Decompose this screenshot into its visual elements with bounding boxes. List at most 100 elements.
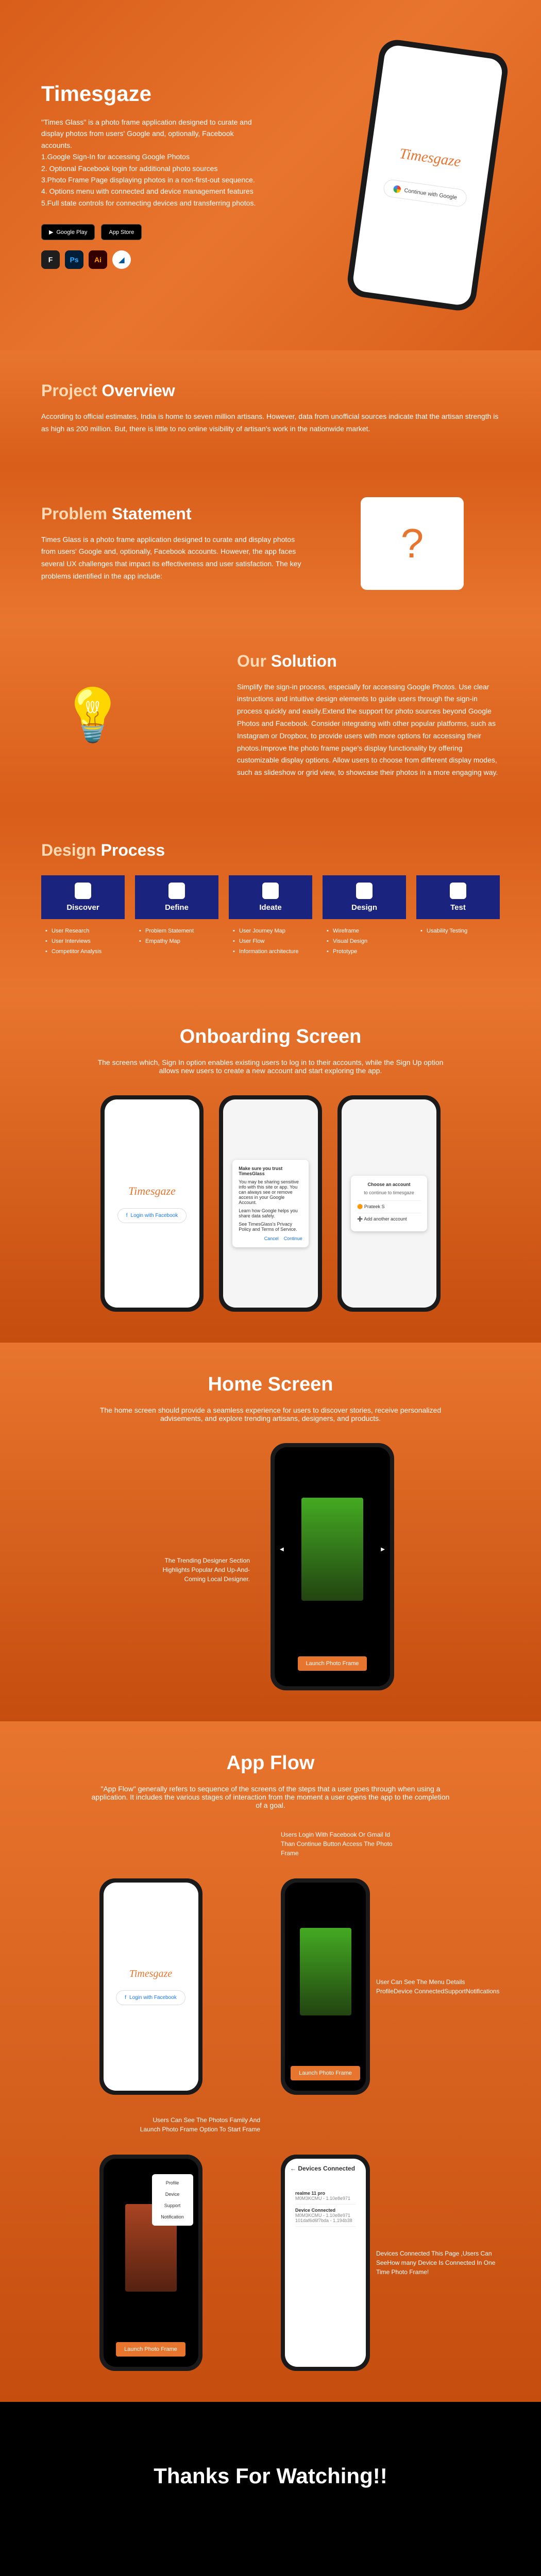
flow-text: "App Flow" generally refers to sequence …: [90, 1785, 451, 1809]
flow-caption-2: User Can See The Menu Details ProfileDev…: [376, 1977, 500, 1996]
flow-caption-1: Users Login With Facebook Or Gmail Id Th…: [281, 1830, 404, 1858]
flutter-icon: ◢: [112, 250, 131, 269]
login-facebook-button[interactable]: f Login with Facebook: [117, 1208, 187, 1223]
process-title: Discover: [66, 903, 99, 912]
process-row: Discover User ResearchUser InterviewsComp…: [41, 875, 500, 964]
launch-frame-button[interactable]: Launch Photo Frame: [291, 2066, 360, 2080]
process-item: Usability Testing: [420, 926, 496, 937]
logo: Timesgaze: [398, 144, 462, 170]
process-title: Test: [450, 903, 466, 912]
menu-item[interactable]: Profile: [152, 2177, 193, 2189]
process-card: Ideate User Journey MapUser FlowInformati…: [229, 875, 312, 964]
account-option[interactable]: 🟠 Prateek S: [357, 1200, 421, 1213]
menu-item[interactable]: Device: [152, 2189, 193, 2200]
prev-arrow-icon[interactable]: ◀: [280, 1547, 284, 1552]
question-illustration: ?: [361, 497, 464, 590]
flow-phone-4: ← Devices Connected realme 11 proM0M3KCM…: [281, 2155, 370, 2371]
onboard-phone-3: Choose an account to continue to timesga…: [337, 1095, 441, 1312]
process-step-icon: [168, 883, 185, 899]
dialog-continue-button[interactable]: Continue: [284, 1236, 302, 1241]
tool-icons: F Ps Ai ◢: [41, 250, 335, 269]
menu-item[interactable]: Notification: [152, 2211, 193, 2223]
illustrator-icon: Ai: [89, 250, 107, 269]
flow-phone-2: Launch Photo Frame: [281, 1878, 370, 2095]
app-store-badge[interactable]: App Store: [101, 224, 142, 240]
process-items: WireframeVisual DesignPrototype: [323, 919, 406, 964]
solution-text: Simplify the sign-in process, especially…: [237, 681, 500, 779]
home-section: Home Screen The home screen should provi…: [0, 1343, 541, 1721]
process-item: Competitor Analysis: [45, 947, 121, 957]
devices-title: Devices Connected: [298, 2165, 355, 2172]
google-play-badge[interactable]: ▶ Google Play: [41, 224, 95, 240]
onboarding-section: Onboarding Screen The screens which, Sig…: [0, 995, 541, 1343]
process-items: User Journey MapUser FlowInformation arc…: [229, 919, 312, 964]
add-account-option[interactable]: ➕ Add another account: [357, 1213, 421, 1225]
process-title: Design: [351, 903, 377, 912]
onboard-phone-2: Make sure you trust TimesGlass You may b…: [219, 1095, 322, 1312]
process-title: Ideate: [259, 903, 281, 912]
process-item: User Research: [45, 926, 121, 937]
process-head: Design: [323, 875, 406, 919]
process-head: Define: [135, 875, 218, 919]
process-step-icon: [356, 883, 373, 899]
google-trust-dialog: Make sure you trust TimesGlass You may b…: [232, 1160, 309, 1247]
process-step-icon: [75, 883, 91, 899]
process-items: Usability Testing: [416, 919, 500, 944]
solution-heading: Our Solution: [237, 652, 500, 671]
design-heading: Design Process: [41, 841, 500, 860]
process-title: Define: [165, 903, 189, 912]
home-caption: The Trending Designer Section Highlights…: [147, 1556, 250, 1584]
process-item: User Journey Map: [233, 926, 308, 937]
process-item: Wireframe: [327, 926, 402, 937]
overview-section: Project Overview According to official e…: [0, 350, 541, 466]
photoshop-icon: Ps: [65, 250, 83, 269]
process-card: Test Usability Testing: [416, 875, 500, 964]
store-badges: ▶ Google Play App Store: [41, 224, 335, 240]
menu-item[interactable]: Support: [152, 2200, 193, 2211]
solution-section: 💡 Our Solution Simplify the sign-in proc…: [0, 621, 541, 810]
launch-frame-button[interactable]: Launch Photo Frame: [298, 1656, 367, 1671]
photo-preview: [301, 1498, 363, 1601]
overview-heading: Project Overview: [41, 381, 500, 400]
home-text: The home screen should provide a seamles…: [90, 1406, 451, 1422]
process-item: Empathy Map: [139, 937, 214, 947]
flow-phone-1: Timesgaze f Login with Facebook: [99, 1878, 202, 2095]
photo-preview: [300, 1928, 351, 2015]
onboarding-text: The screens which, Sign In option enable…: [90, 1058, 451, 1075]
launch-frame-button[interactable]: Launch Photo Frame: [116, 2342, 185, 2357]
process-item: Problem Statement: [139, 926, 214, 937]
process-step-icon: [262, 883, 279, 899]
logo: Timesgaze: [128, 1184, 176, 1198]
flow-heading: App Flow: [41, 1752, 500, 1774]
footer-section: Thanks For Watching!!: [0, 2402, 541, 2550]
problem-heading: Problem Statement: [41, 504, 304, 523]
process-item: Information architecture: [233, 947, 308, 957]
device-item[interactable]: Device ConnectedM0M3KCMU - 1.10e8e971101…: [295, 2205, 356, 2227]
login-facebook-button[interactable]: f Login with Facebook: [116, 1990, 185, 2005]
process-items: Problem StatementEmpathy Map: [135, 919, 218, 954]
device-item[interactable]: realme 11 proM0M3KCMU - 1.10e8e971: [295, 2188, 356, 2205]
continue-google-button[interactable]: Continue with Google: [382, 178, 468, 208]
footer-text: Thanks For Watching!!: [0, 2464, 541, 2488]
figma-icon: F: [41, 250, 60, 269]
overview-text: According to official estimates, India i…: [41, 411, 500, 435]
problem-text: Times Glass is a photo frame application…: [41, 534, 304, 583]
process-item: User Flow: [233, 937, 308, 947]
process-card: Design WireframeVisual DesignPrototype: [323, 875, 406, 964]
process-head: Discover: [41, 875, 125, 919]
onboard-phone-1: Timesgaze f Login with Facebook: [100, 1095, 204, 1312]
process-items: User ResearchUser InterviewsCompetitor A…: [41, 919, 125, 964]
flow-phone-3: Launch Photo Frame ProfileDeviceSupportN…: [99, 2155, 202, 2371]
process-head: Test: [416, 875, 500, 919]
hero-section: Timesgaze "Times Glass" is a photo frame…: [0, 0, 541, 350]
process-step-icon: [450, 883, 466, 899]
dialog-cancel-button[interactable]: Cancel: [264, 1236, 279, 1241]
process-item: Visual Design: [327, 937, 402, 947]
flow-caption-3: Users Can See The Photos Family And Laun…: [137, 2115, 260, 2134]
menu-popup: ProfileDeviceSupportNotification: [152, 2174, 193, 2226]
google-icon: [393, 184, 401, 193]
home-heading: Home Screen: [41, 1374, 500, 1396]
hero-phone-mockup: Timesgaze Continue with Google: [345, 38, 510, 313]
flow-section: App Flow "App Flow" generally refers to …: [0, 1721, 541, 2402]
next-arrow-icon[interactable]: ▶: [381, 1547, 385, 1552]
